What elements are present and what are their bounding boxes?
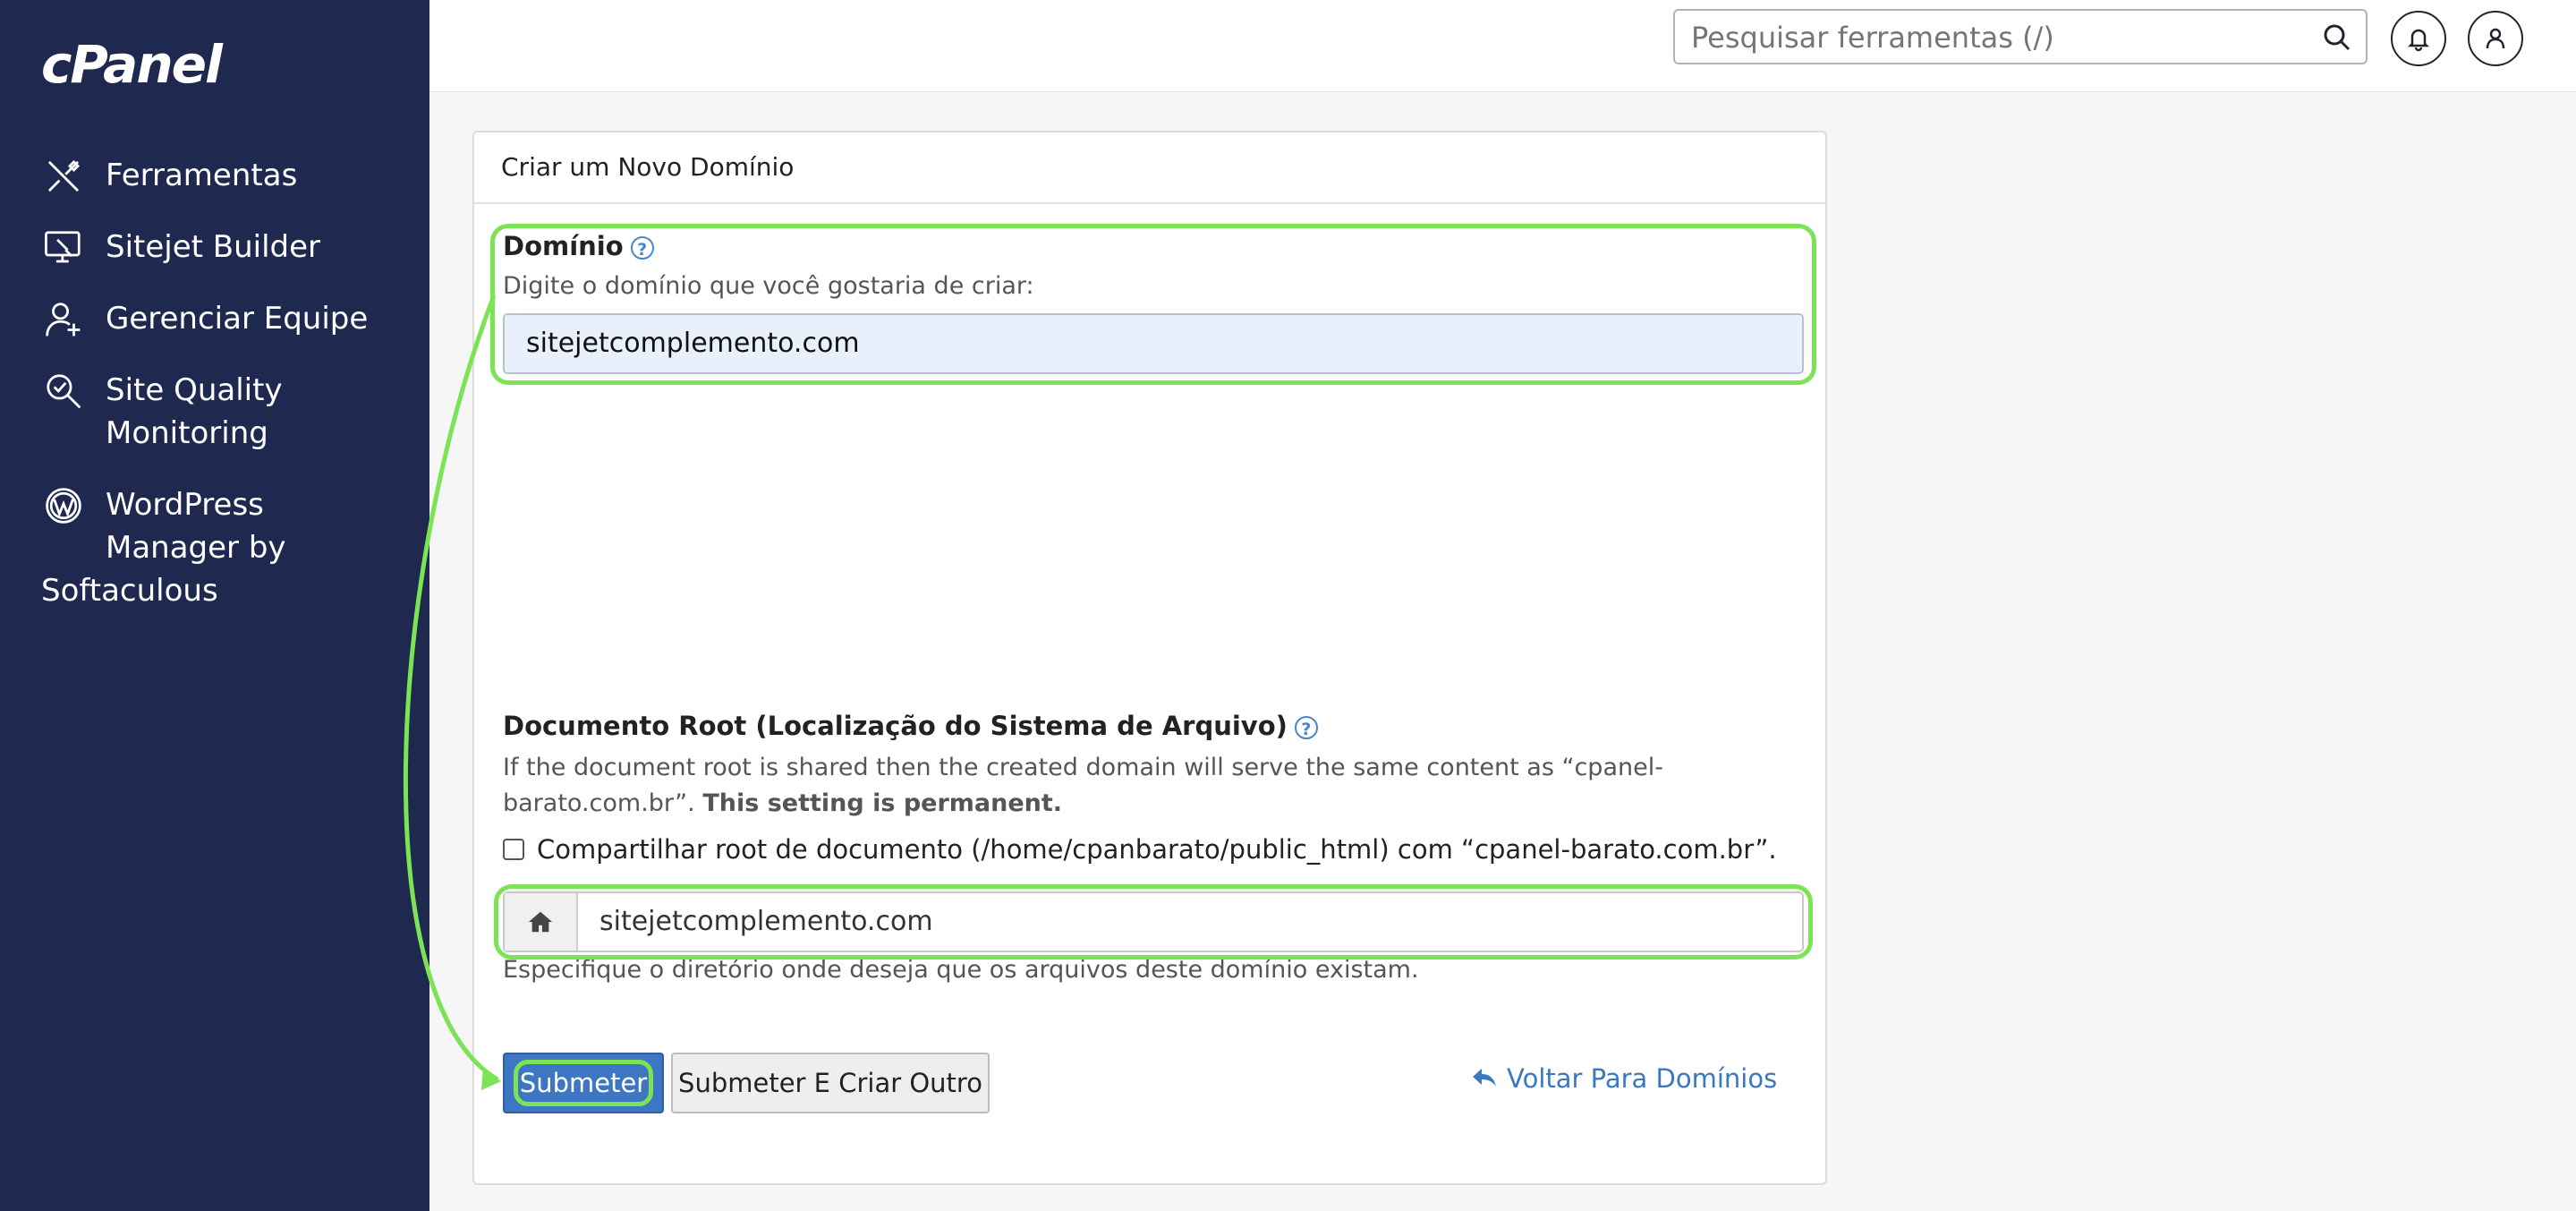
top-bar	[429, 0, 2576, 92]
docroot-permanent-warning: This setting is permanent.	[702, 789, 1063, 817]
sidebar-item-label: WordPress Manager by	[106, 483, 286, 569]
submit-highlight-box	[514, 1060, 653, 1106]
search-box[interactable]	[1673, 9, 2368, 64]
magnifier-check-icon	[41, 369, 86, 414]
docroot-highlight-box	[494, 884, 1813, 959]
create-domain-panel: Criar um Novo Domínio Domínio? Digite o …	[472, 131, 1827, 1185]
back-to-domains-label[interactable]: Voltar Para Domínios	[1507, 1063, 1777, 1094]
label-line-2: Manager by	[106, 530, 286, 566]
sidebar-item-gerenciar-equipe[interactable]: Gerenciar Equipe	[41, 297, 368, 342]
tools-icon	[41, 154, 86, 199]
submit-and-create-another-button[interactable]: Submeter E Criar Outro	[671, 1053, 990, 1113]
search-icon[interactable]	[2321, 21, 2353, 54]
label-line-2: Monitoring	[106, 415, 268, 451]
user-account-button[interactable]	[2468, 11, 2523, 66]
panel-title: Criar um Novo Domínio	[474, 132, 1825, 204]
label-line-1: WordPress	[106, 487, 264, 523]
user-plus-icon	[41, 297, 86, 342]
back-to-domains-link[interactable]: Voltar Para Domínios	[1471, 1063, 1777, 1094]
sidebar-item-label: Gerenciar Equipe	[106, 301, 369, 337]
docroot-description: If the document root is shared then the …	[503, 750, 1791, 822]
search-input[interactable]	[1689, 18, 2301, 57]
docroot-label: Documento Root (Localização do Sistema d…	[503, 711, 1318, 741]
sidebar-item-label: Sitejet Builder	[106, 229, 321, 265]
bell-icon	[2407, 29, 2430, 52]
domain-highlight-box	[490, 224, 1816, 385]
sidebar-item-ferramentas[interactable]: Ferramentas	[41, 154, 297, 199]
share-docroot-label[interactable]: Compartilhar root de documento (/home/cp…	[537, 834, 1777, 865]
sidebar-item-label: Site Quality Monitoring	[106, 369, 283, 455]
reply-arrow-icon	[1473, 1069, 1496, 1087]
sidebar-item-wordpress-manager[interactable]: WordPress Manager by	[41, 483, 286, 569]
sidebar-item-label-line-3[interactable]: Softaculous	[41, 569, 218, 612]
monitor-builder-icon	[41, 226, 86, 270]
user-icon	[2486, 28, 2505, 49]
docroot-label-text: Documento Root (Localização do Sistema d…	[503, 711, 1288, 741]
notifications-button[interactable]	[2391, 11, 2446, 66]
sidebar: cPanel Ferramentas Sitejet Builder Geren…	[0, 0, 429, 1211]
sidebar-item-sitejet-builder[interactable]: Sitejet Builder	[41, 226, 320, 270]
label-line-1: Site Quality	[106, 372, 283, 408]
help-icon[interactable]: ?	[1294, 716, 1318, 739]
share-docroot-row[interactable]: Compartilhar root de documento (/home/cp…	[503, 834, 1777, 865]
cpanel-logo[interactable]: cPanel	[41, 34, 223, 95]
sidebar-item-label: Ferramentas	[106, 158, 298, 193]
sidebar-item-site-quality-monitoring[interactable]: Site Quality Monitoring	[41, 369, 283, 455]
wordpress-icon	[41, 483, 86, 528]
docroot-path-hint: Especifique o diretório onde deseja que …	[503, 956, 1419, 984]
docroot-description-text: If the document root is shared then the …	[503, 754, 1663, 817]
share-docroot-checkbox[interactable]	[503, 839, 524, 860]
